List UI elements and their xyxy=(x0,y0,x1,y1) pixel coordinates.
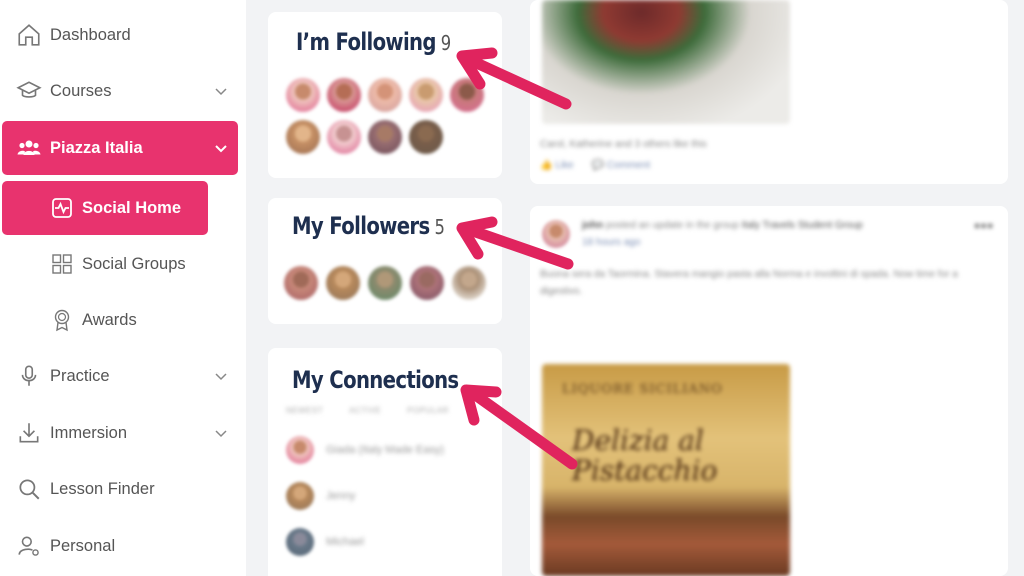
award-icon xyxy=(54,309,70,332)
list-item[interactable]: Giada (Italy Made Easy) xyxy=(286,436,444,464)
avatar[interactable] xyxy=(286,436,314,464)
following-title-text: I’m Following xyxy=(296,28,436,56)
avatar[interactable] xyxy=(452,266,486,300)
post-time: 18 hours ago xyxy=(582,237,641,248)
avatar[interactable] xyxy=(284,266,318,300)
widget-title: I’m Following 9 xyxy=(296,28,451,56)
chevron-down-icon[interactable] xyxy=(214,369,228,383)
avatar[interactable] xyxy=(327,78,361,112)
tab-active[interactable]: ACTIVE xyxy=(349,406,381,415)
sidebar-item-social-groups[interactable]: Social Groups xyxy=(2,237,208,291)
chevron-down-icon[interactable] xyxy=(214,141,228,155)
feed-post: john posted an update in the group Italy… xyxy=(530,206,1008,576)
search-icon xyxy=(19,479,40,500)
avatar[interactable] xyxy=(450,78,484,112)
avatar[interactable] xyxy=(286,78,320,112)
more-options-icon[interactable]: ••• xyxy=(974,218,994,236)
tab-newest[interactable]: NEWEST xyxy=(286,406,323,415)
like-label: Like xyxy=(555,160,574,171)
sidebar-item-courses[interactable]: Courses xyxy=(2,64,238,118)
avatar[interactable] xyxy=(368,120,402,154)
sidebar-item-awards[interactable]: Awards xyxy=(2,293,208,347)
post-action: posted an update in the group xyxy=(605,220,739,231)
sidebar-item-label: Piazza Italia xyxy=(50,138,143,157)
grid-icon xyxy=(52,254,72,274)
avatar[interactable] xyxy=(286,120,320,154)
microphone-icon xyxy=(21,365,37,386)
sidebar-item-label: Immersion xyxy=(50,423,128,442)
sidebar-item-social-home[interactable]: Social Home xyxy=(2,181,208,235)
sidebar-item-label: Personal xyxy=(50,536,116,555)
post-body: Buona sera da Taormina. Stavera mangio p… xyxy=(540,269,958,297)
sidebar-item-practice[interactable]: Practice xyxy=(2,349,238,403)
download-icon xyxy=(19,423,39,443)
post-header: john posted an update in the group Italy… xyxy=(582,220,863,231)
post-group[interactable]: Italy Travels Student Group xyxy=(742,220,863,231)
photo-label-top: LIQUORE SICILIANO xyxy=(562,382,723,397)
widget-title: My Connections xyxy=(292,366,459,394)
avatar[interactable] xyxy=(368,78,402,112)
comment-label: Comment xyxy=(606,160,651,171)
graduation-cap-icon xyxy=(16,81,42,98)
following-widget: I’m Following 9 xyxy=(268,12,502,178)
list-item[interactable]: Jenny xyxy=(286,482,355,510)
sidebar-item-label: Social Groups xyxy=(82,254,186,273)
sidebar-item-piazza-italia[interactable]: Piazza Italia xyxy=(2,121,238,175)
avatar[interactable] xyxy=(542,220,570,248)
post-likes: Carol, Katherine and 3 others like this xyxy=(540,139,707,150)
post-author[interactable]: john xyxy=(582,220,603,231)
followers-title-text: My Followers xyxy=(292,212,430,240)
avatar[interactable] xyxy=(410,266,444,300)
connection-name[interactable]: Giada (Italy Made Easy) xyxy=(326,444,444,456)
sidebar-item-dashboard[interactable]: Dashboard xyxy=(2,8,238,62)
user-settings-icon xyxy=(18,536,39,556)
photo-label-script: Delizia al Pistacchio xyxy=(572,424,718,487)
list-item[interactable]: Michael xyxy=(286,528,364,556)
sidebar-item-personal[interactable]: Personal xyxy=(2,519,238,573)
home-icon xyxy=(18,24,40,46)
avatar[interactable] xyxy=(368,266,402,300)
comment-button[interactable]: 💬 Comment xyxy=(592,160,651,171)
users-icon xyxy=(17,140,41,155)
feed-post: Carol, Katherine and 3 others like this … xyxy=(530,0,1008,184)
avatar[interactable] xyxy=(409,120,443,154)
sidebar-item-label: Awards xyxy=(82,310,137,329)
avatar[interactable] xyxy=(327,120,361,154)
sidebar-item-label: Social Home xyxy=(82,198,182,217)
chevron-down-icon[interactable] xyxy=(214,84,228,98)
connections-widget: My Connections NEWEST ACTIVE POPULAR Gia… xyxy=(268,348,502,576)
sidebar-item-lesson-finder[interactable]: Lesson Finder xyxy=(2,462,238,516)
following-count: 9 xyxy=(440,31,451,55)
sidebar-item-label: Lesson Finder xyxy=(50,479,155,498)
sidebar: Dashboard Courses Piazza Italia Social H… xyxy=(0,0,246,576)
like-button[interactable]: 👍 Like xyxy=(540,160,574,171)
avatar[interactable] xyxy=(286,528,314,556)
sidebar-item-label: Practice xyxy=(50,366,110,385)
chevron-down-icon[interactable] xyxy=(214,426,228,440)
connection-name[interactable]: Michael xyxy=(326,536,364,548)
avatar[interactable] xyxy=(409,78,443,112)
activity-icon xyxy=(52,198,72,218)
widget-title: My Followers 5 xyxy=(292,212,445,240)
sidebar-item-label: Courses xyxy=(50,81,112,100)
avatar[interactable] xyxy=(286,482,314,510)
connections-tabs: NEWEST ACTIVE POPULAR xyxy=(286,406,449,415)
connections-title-text: My Connections xyxy=(292,366,459,394)
sidebar-item-immersion[interactable]: Immersion xyxy=(2,406,238,460)
followers-widget: My Followers 5 xyxy=(268,198,502,324)
avatar[interactable] xyxy=(326,266,360,300)
post-photo[interactable] xyxy=(542,0,790,124)
followers-count: 5 xyxy=(434,215,445,239)
sidebar-item-label: Dashboard xyxy=(50,25,131,44)
post-actions: 👍 Like 💬 Comment xyxy=(540,160,650,171)
connection-name[interactable]: Jenny xyxy=(326,490,355,502)
post-photo[interactable]: LIQUORE SICILIANO Delizia al Pistacchio xyxy=(542,364,790,576)
tab-popular[interactable]: POPULAR xyxy=(407,406,449,415)
